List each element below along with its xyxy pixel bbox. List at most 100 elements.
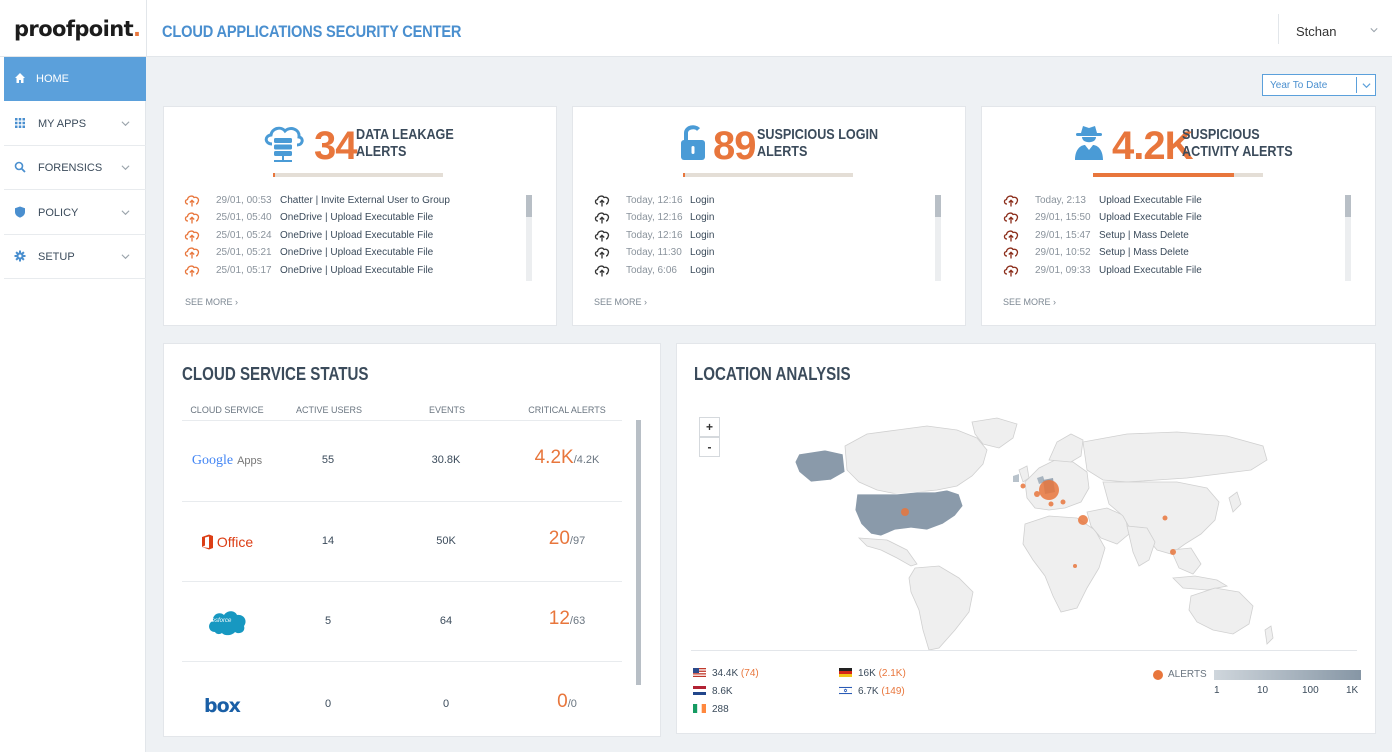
alert-progress-bar xyxy=(1093,173,1263,177)
date-range-select[interactable]: Year To Date xyxy=(1262,74,1376,96)
zoom-in-button[interactable]: + xyxy=(699,417,720,437)
top-bar: proofpoint. CLOUD APPLICATIONS SECURITY … xyxy=(0,0,1392,57)
alert-list-scrollbar[interactable] xyxy=(935,195,941,281)
alert-bubble-netherlands xyxy=(1034,491,1040,497)
alerts-scale-gradient xyxy=(1214,670,1361,680)
indonesia-region xyxy=(1172,575,1229,591)
column-header[interactable]: ACTIVE USERS xyxy=(284,405,374,415)
critical-alerts-value[interactable]: 12/63 xyxy=(512,608,622,630)
sidebar-item-forensics[interactable]: FORENSICS xyxy=(4,146,146,190)
alert-bubble-usa xyxy=(901,508,909,516)
card-title: SUSPICIOUS LOGIN ALERTS xyxy=(757,126,879,160)
cloud-upload-icon xyxy=(184,247,200,259)
home-icon xyxy=(15,73,25,83)
country-legend-item[interactable]: 6.7K (149) xyxy=(839,686,905,697)
proofpoint-logo[interactable]: proofpoint. xyxy=(14,17,141,41)
sidebar-item-home[interactable]: HOME xyxy=(4,57,146,101)
cloud-upload-icon xyxy=(184,264,200,276)
events-value: 64 xyxy=(439,615,453,627)
chevron-down-icon xyxy=(121,210,130,216)
africa-region xyxy=(1022,515,1106,613)
card-title: DATA LEAKAGE ALERTS xyxy=(356,126,454,160)
world-map[interactable] xyxy=(787,416,1277,652)
divider xyxy=(1356,77,1357,93)
sidebar-item-policy[interactable]: POLICY xyxy=(4,191,146,235)
column-header[interactable]: EVENTS xyxy=(402,405,492,415)
country-legend-item[interactable]: 16K (2.1K) xyxy=(839,668,906,679)
alert-bubble-israel xyxy=(1078,515,1088,525)
chevron-down-icon xyxy=(121,165,130,171)
cloud-upload-icon xyxy=(1003,212,1019,224)
table-row[interactable]: box 0 0 0/0 xyxy=(182,661,622,737)
chevron-down-icon xyxy=(121,254,130,260)
alerts-legend-dot xyxy=(1153,670,1163,680)
events-value: 50K xyxy=(436,535,456,547)
russia-region xyxy=(1082,431,1268,483)
card-title: SUSPICIOUS ACTIVITY ALERTS xyxy=(1182,126,1293,160)
country-legend-item[interactable]: 288 xyxy=(693,704,729,715)
see-more-link[interactable]: SEE MORE › xyxy=(594,297,647,307)
active-users-value: 14 xyxy=(321,535,335,547)
cloud-upload-icon xyxy=(184,195,200,207)
scale-tick: 1K xyxy=(1346,685,1359,696)
new-zealand-region xyxy=(1264,625,1274,645)
alerts-legend-label: ALERTS xyxy=(1168,669,1207,680)
cloud-upload-icon xyxy=(1003,264,1019,276)
gear-icon xyxy=(14,250,26,262)
table-scrollbar[interactable] xyxy=(636,420,641,685)
chevron-down-icon xyxy=(121,121,130,127)
central-america-region xyxy=(857,537,918,567)
location-analysis-card: LOCATION ANALYSIS + - 34.4K (74) 16K (2.… xyxy=(676,343,1376,734)
grid-icon xyxy=(15,118,25,128)
scale-tick: 100 xyxy=(1302,685,1319,696)
see-more-link[interactable]: SEE MORE › xyxy=(1003,297,1056,307)
scale-tick: 1 xyxy=(1214,685,1220,696)
cloud-service-status-card: CLOUD SERVICE STATUS CLOUD SERVICE ACTIV… xyxy=(163,343,661,737)
suspicious-login-count: 89 xyxy=(713,124,756,168)
column-header[interactable]: CRITICAL ALERTS xyxy=(512,405,622,415)
alert-bubble-italy xyxy=(1048,501,1054,507)
cloud-upload-icon xyxy=(594,229,610,241)
unlocked-padlock-icon xyxy=(681,125,705,160)
data-leakage-count: 34 xyxy=(314,124,357,168)
table-row[interactable]: Google Apps 55 30.8K 4.2K/4.2K xyxy=(182,420,622,500)
see-more-link[interactable]: SEE MORE › xyxy=(185,297,238,307)
active-users-value: 0 xyxy=(324,698,332,710)
chevron-down-icon[interactable] xyxy=(1370,26,1378,34)
alert-bubble-germany xyxy=(1039,480,1059,500)
suspicious-activity-alerts-card: 4.2K SUSPICIOUS ACTIVITY ALERTS Today, 2:… xyxy=(981,106,1376,326)
critical-alerts-value[interactable]: 0/0 xyxy=(512,691,622,713)
south-america-region xyxy=(908,565,974,651)
cloud-upload-icon xyxy=(594,212,610,224)
google-apps-logo: Google Apps xyxy=(191,453,263,468)
country-legend-item[interactable]: 8.6K xyxy=(693,686,733,697)
column-header[interactable]: CLOUD SERVICE xyxy=(182,405,272,415)
alert-bubble-turkey xyxy=(1060,499,1066,505)
scale-tick: 10 xyxy=(1257,685,1269,696)
zoom-out-button[interactable]: - xyxy=(699,437,720,457)
cloud-upload-icon xyxy=(184,212,200,224)
alaska-highlight xyxy=(794,449,846,483)
japan-region xyxy=(1228,491,1242,513)
alert-bubble-vietnam xyxy=(1170,549,1176,555)
critical-alerts-value[interactable]: 20/97 xyxy=(512,528,622,550)
sidebar-item-label: MY APPS xyxy=(38,118,87,130)
cloud-upload-icon xyxy=(1003,247,1019,259)
country-legend-item[interactable]: 34.4K (74) xyxy=(693,668,759,679)
de-flag-icon xyxy=(839,668,852,677)
shield-icon xyxy=(15,206,25,218)
search-icon xyxy=(14,161,26,173)
alert-list-scrollbar[interactable] xyxy=(1345,195,1351,281)
user-menu[interactable]: Stchan xyxy=(1296,24,1336,39)
sidebar-item-my-apps[interactable]: MY APPS xyxy=(4,102,146,146)
section-title: LOCATION ANALYSIS xyxy=(694,364,851,384)
section-title: CLOUD SERVICE STATUS xyxy=(182,364,369,384)
sidebar-item-setup[interactable]: SETUP xyxy=(4,235,146,279)
us-flag-icon xyxy=(693,668,706,677)
table-row[interactable]: Office 14 50K 20/97 xyxy=(182,501,622,581)
office-logo: Office xyxy=(182,524,272,560)
critical-alerts-value[interactable]: 4.2K/4.2K xyxy=(512,447,622,469)
alert-list-scrollbar[interactable] xyxy=(526,195,532,281)
table-row[interactable]: salesforce 5 64 12/63 xyxy=(182,581,622,661)
australia-region xyxy=(1188,587,1254,635)
